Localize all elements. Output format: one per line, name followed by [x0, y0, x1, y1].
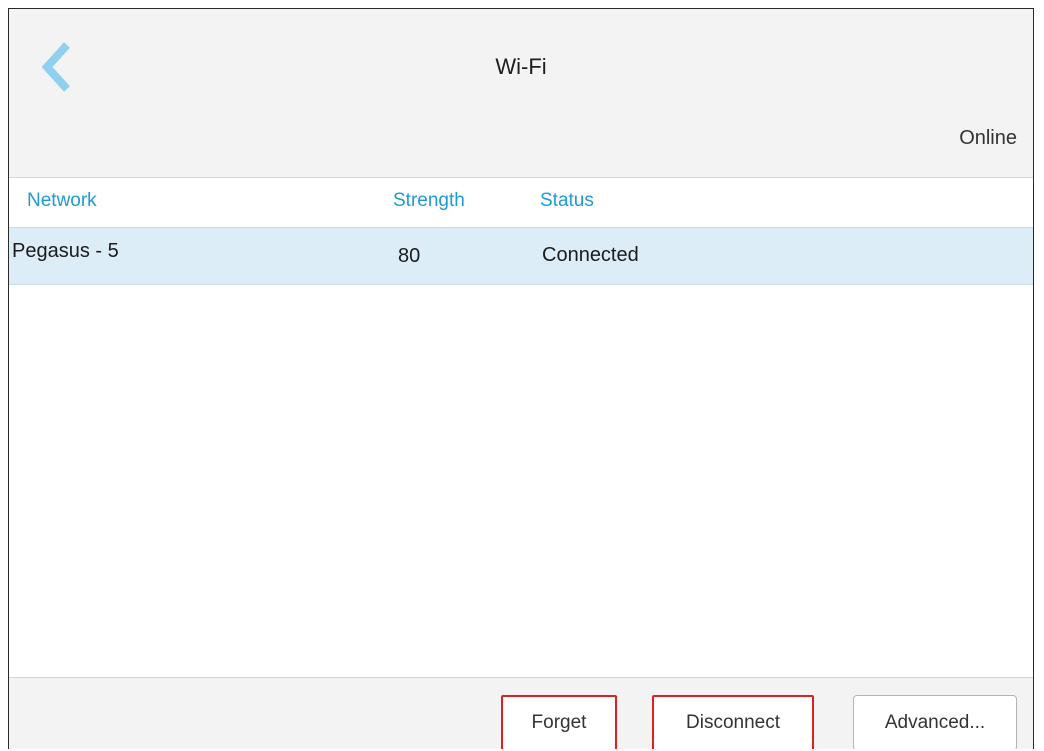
table-row[interactable]: Pegasus - 5 80 Connected	[9, 228, 1033, 285]
connection-state: Connected	[542, 244, 639, 266]
connection-status: Online	[959, 127, 1017, 149]
column-header-status[interactable]: Status	[540, 190, 594, 212]
advanced-button[interactable]: Advanced...	[853, 695, 1017, 749]
network-name: Pegasus - 5	[12, 240, 119, 262]
page-title: Wi-Fi	[495, 54, 547, 79]
column-header-strength[interactable]: Strength	[393, 190, 465, 212]
disconnect-button[interactable]: Disconnect	[652, 695, 814, 749]
signal-strength: 80	[398, 245, 421, 267]
forget-button[interactable]: Forget	[501, 695, 617, 749]
column-header-network[interactable]: Network	[27, 190, 97, 212]
footer-bar: Forget Disconnect Advanced...	[9, 677, 1033, 749]
wifi-window: Wi-Fi Online Network Strength Status Peg…	[8, 8, 1034, 749]
header-bar: Wi-Fi Online	[9, 9, 1033, 178]
